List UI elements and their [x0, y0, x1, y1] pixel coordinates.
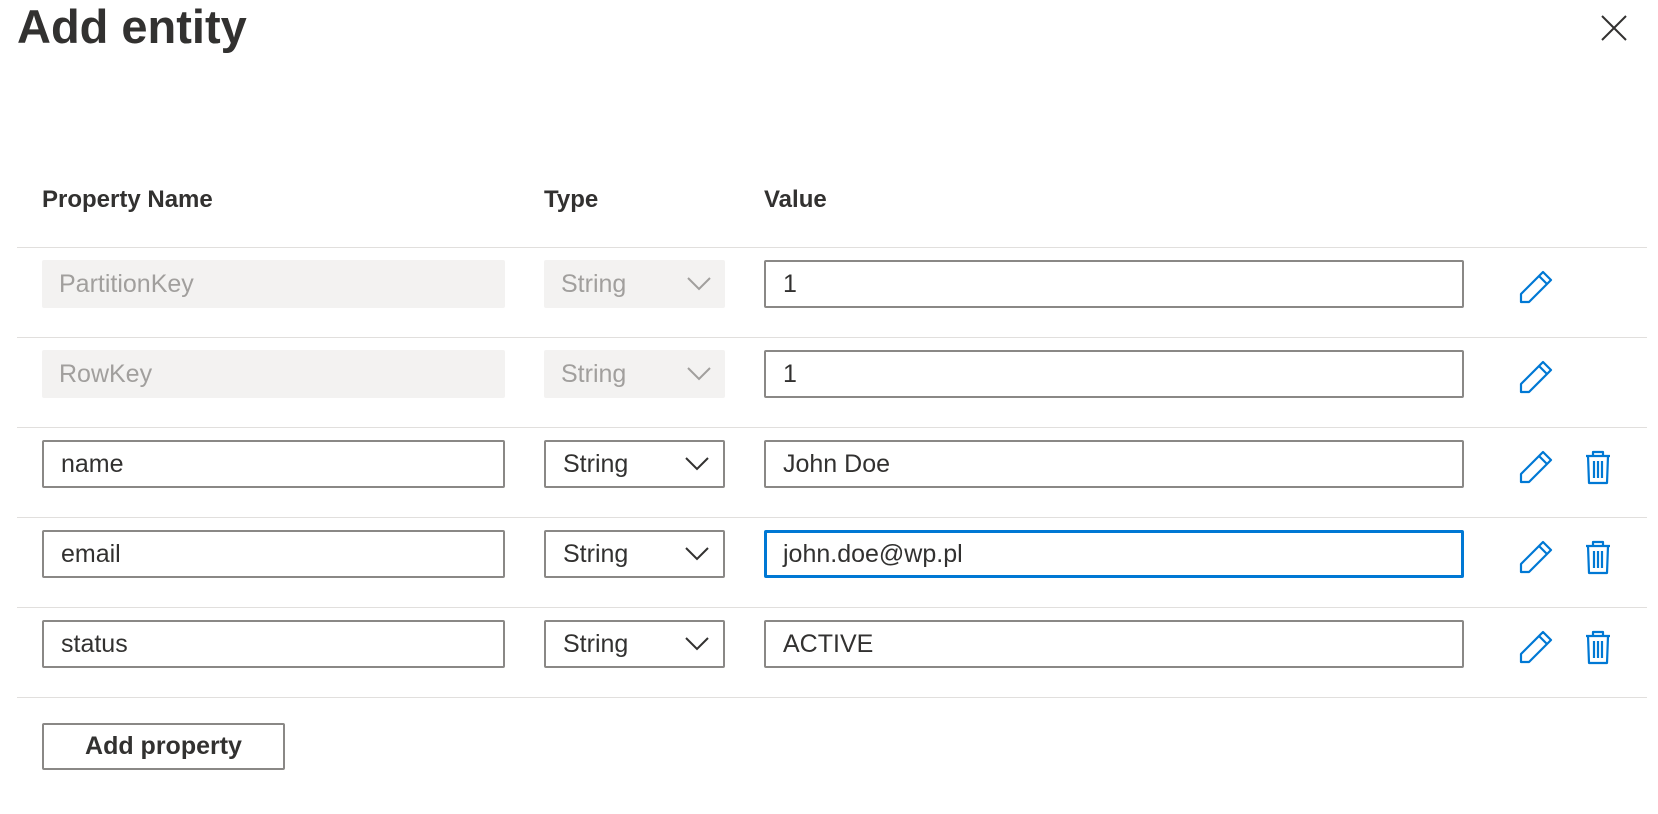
property-name-input[interactable]: status: [42, 620, 505, 668]
chevron-down-icon: [687, 277, 711, 291]
type-dropdown-value: String: [563, 449, 629, 478]
table-row: RowKey String 1: [0, 337, 1658, 427]
add-property-button[interactable]: Add property: [42, 723, 285, 770]
close-icon: [1601, 15, 1627, 41]
trash-icon: [1586, 630, 1610, 665]
header-property-name: Property Name: [42, 186, 213, 213]
edit-button[interactable]: [1514, 355, 1558, 399]
edit-button[interactable]: [1514, 625, 1558, 669]
type-dropdown-value: String: [561, 269, 627, 298]
pencil-icon: [1519, 360, 1553, 394]
property-name-input[interactable]: name: [42, 440, 505, 488]
value-input[interactable]: 1: [764, 260, 1464, 308]
pencil-icon: [1519, 270, 1553, 304]
delete-button[interactable]: [1576, 445, 1620, 489]
type-dropdown: String: [544, 260, 725, 308]
close-button[interactable]: [1596, 10, 1632, 46]
table-row: status String ACTIVE: [0, 607, 1658, 697]
type-dropdown-value: String: [563, 629, 629, 658]
type-dropdown[interactable]: String: [544, 440, 725, 488]
edit-button[interactable]: [1514, 535, 1558, 579]
table-row: email String john.doe@wp.pl: [0, 517, 1658, 607]
chevron-down-icon: [685, 547, 709, 561]
table-row: PartitionKey String 1: [0, 247, 1658, 337]
type-dropdown[interactable]: String: [544, 620, 725, 668]
delete-button[interactable]: [1576, 535, 1620, 579]
edit-button[interactable]: [1514, 265, 1558, 309]
header-value: Value: [764, 186, 827, 213]
property-name-input: PartitionKey: [42, 260, 505, 308]
pencil-icon: [1519, 540, 1553, 574]
property-name-input[interactable]: email: [42, 530, 505, 578]
chevron-down-icon: [685, 637, 709, 651]
pencil-icon: [1519, 450, 1553, 484]
chevron-down-icon: [685, 457, 709, 471]
value-input[interactable]: ACTIVE: [764, 620, 1464, 668]
property-name-input: RowKey: [42, 350, 505, 398]
delete-button[interactable]: [1576, 625, 1620, 669]
chevron-down-icon: [687, 367, 711, 381]
type-dropdown-value: String: [563, 539, 629, 568]
trash-icon: [1586, 450, 1610, 485]
dialog-title: Add entity: [17, 0, 247, 53]
type-dropdown: String: [544, 350, 725, 398]
trash-icon: [1586, 540, 1610, 575]
edit-button[interactable]: [1514, 445, 1558, 489]
table-row: name String John Doe: [0, 427, 1658, 517]
pencil-icon: [1519, 630, 1553, 664]
value-input[interactable]: John Doe: [764, 440, 1464, 488]
row-divider: [17, 697, 1647, 698]
type-dropdown[interactable]: String: [544, 530, 725, 578]
value-input[interactable]: 1: [764, 350, 1464, 398]
type-dropdown-value: String: [561, 359, 627, 388]
value-input[interactable]: john.doe@wp.pl: [764, 530, 1464, 578]
header-type: Type: [544, 186, 599, 213]
